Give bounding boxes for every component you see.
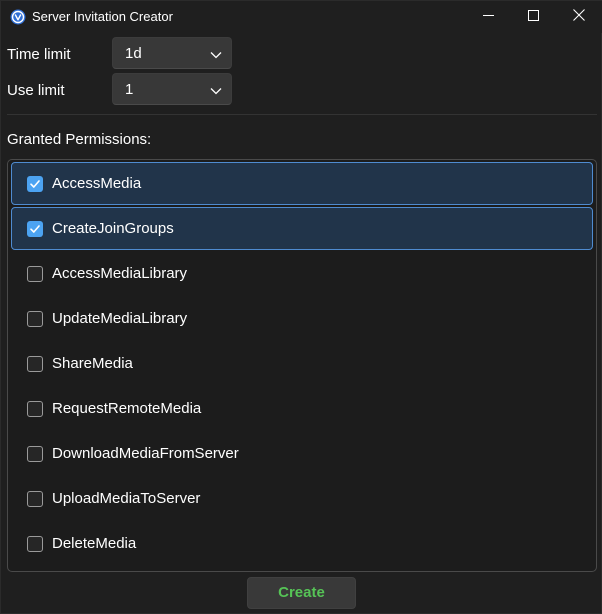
permission-item-create-join-groups[interactable]: CreateJoinGroups — [11, 207, 593, 250]
invitation-creator-window: Server Invitation Creator Time limit 1d … — [0, 0, 602, 614]
use-limit-value: 1 — [125, 81, 134, 98]
divider — [7, 114, 597, 115]
time-limit-label: Time limit — [7, 46, 71, 63]
close-button[interactable] — [556, 1, 602, 33]
permission-label: DownloadMediaFromServer — [52, 445, 239, 462]
maximize-button[interactable] — [510, 1, 556, 33]
permission-label: AccessMedia — [52, 175, 142, 192]
granted-permissions-label: Granted Permissions: — [7, 131, 152, 148]
window-title: Server Invitation Creator — [32, 9, 173, 24]
chevron-down-icon — [210, 48, 222, 60]
checkmark-icon — [30, 225, 40, 233]
permission-item-request-remote-media[interactable]: RequestRemoteMedia — [11, 387, 593, 430]
permission-label: UpdateMediaLibrary — [52, 310, 188, 327]
permission-label: AccessMediaLibrary — [52, 265, 188, 282]
permissions-list[interactable]: AccessMedia CreateJoinGroups AccessMedia… — [7, 159, 597, 572]
use-limit-label: Use limit — [7, 82, 65, 99]
permission-item-access-media-library[interactable]: AccessMediaLibrary — [11, 252, 593, 295]
permission-label: UploadMediaToServer — [52, 490, 201, 507]
permission-label: CreateJoinGroups — [52, 220, 174, 237]
permission-item-upload-media-to-server[interactable]: UploadMediaToServer — [11, 477, 593, 520]
permission-label: ShareMedia — [52, 355, 133, 372]
permission-checkbox[interactable] — [27, 536, 43, 552]
checkmark-icon — [30, 180, 40, 188]
permission-checkbox[interactable] — [27, 401, 43, 417]
use-limit-dropdown[interactable]: 1 — [112, 73, 232, 105]
permission-label: RequestRemoteMedia — [52, 400, 202, 417]
permission-checkbox[interactable] — [27, 491, 43, 507]
permission-checkbox[interactable] — [27, 311, 43, 327]
maximize-icon — [527, 8, 539, 26]
permission-label: DeleteMedia — [52, 535, 137, 552]
chevron-down-icon — [210, 84, 222, 96]
create-button[interactable]: Create — [247, 577, 356, 609]
permission-item-update-media-library[interactable]: UpdateMediaLibrary — [11, 297, 593, 340]
close-icon — [573, 8, 585, 26]
permission-checkbox[interactable] — [27, 221, 43, 237]
permission-checkbox[interactable] — [27, 266, 43, 282]
permission-item-delete-media[interactable]: DeleteMedia — [11, 522, 593, 565]
permission-checkbox[interactable] — [27, 356, 43, 372]
minimize-button[interactable] — [465, 1, 511, 33]
minimize-icon — [482, 8, 494, 26]
permission-item-share-media[interactable]: ShareMedia — [11, 342, 593, 385]
permission-checkbox[interactable] — [27, 176, 43, 192]
time-limit-dropdown[interactable]: 1d — [112, 37, 232, 69]
permission-checkbox[interactable] — [27, 446, 43, 462]
permission-item-access-media[interactable]: AccessMedia — [11, 162, 593, 205]
title-bar[interactable]: Server Invitation Creator — [1, 1, 602, 33]
time-limit-value: 1d — [125, 45, 142, 62]
permission-item-download-media-from-server[interactable]: DownloadMediaFromServer — [11, 432, 593, 475]
app-logo-icon — [10, 9, 26, 25]
